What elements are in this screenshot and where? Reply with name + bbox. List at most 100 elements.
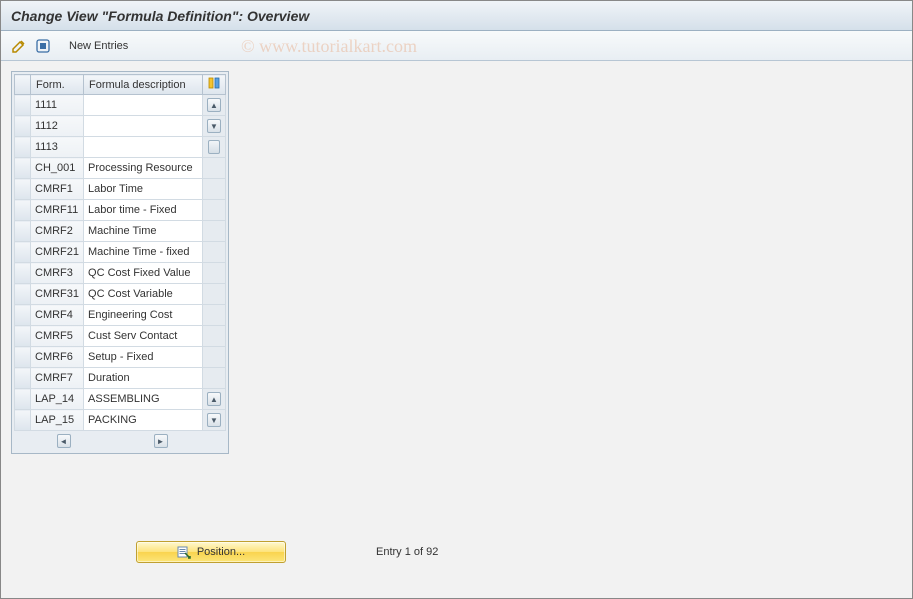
row-selector[interactable]	[15, 200, 31, 221]
form-key-cell[interactable]: 1111	[31, 95, 84, 116]
row-selector[interactable]	[15, 221, 31, 242]
scroll-track	[203, 263, 226, 284]
main-area: Form. Formula description 1111 ▲ 1112 ▼ 1113…	[1, 61, 912, 598]
footer-row: Position... Entry 1 of 92	[136, 541, 438, 563]
scroll-down-button[interactable]: ▼	[203, 116, 226, 137]
scroll-up-button[interactable]: ▲	[203, 389, 226, 410]
form-key-cell[interactable]: CMRF7	[31, 368, 84, 389]
row-selector[interactable]	[15, 116, 31, 137]
form-description-cell[interactable]: Cust Serv Contact	[84, 326, 203, 347]
row-selector[interactable]	[15, 179, 31, 200]
table-row: CMRF11Labor time - Fixed	[15, 200, 226, 221]
row-selector[interactable]	[15, 305, 31, 326]
table-row: CMRF6Setup - Fixed	[15, 347, 226, 368]
row-selector[interactable]	[15, 347, 31, 368]
form-key-cell[interactable]: CMRF21	[31, 242, 84, 263]
table-row: LAP_15PACKING▼	[15, 410, 226, 431]
table-row: CMRF4Engineering Cost	[15, 305, 226, 326]
position-button[interactable]: Position...	[136, 541, 286, 563]
form-description-cell[interactable]: Setup - Fixed	[84, 347, 203, 368]
form-description-cell[interactable]	[84, 137, 203, 158]
scroll-track	[203, 347, 226, 368]
horizontal-scrollbar: ◄ ►	[14, 431, 226, 451]
form-description-cell[interactable]: Machine Time - fixed	[84, 242, 203, 263]
table-row: CMRF7Duration	[15, 368, 226, 389]
column-selector[interactable]	[15, 75, 31, 95]
form-key-cell[interactable]: CMRF1	[31, 179, 84, 200]
row-selector[interactable]	[15, 368, 31, 389]
configure-columns-icon[interactable]	[203, 75, 226, 95]
table-row: 1111 ▲	[15, 95, 226, 116]
scroll-track	[203, 284, 226, 305]
select-all-icon[interactable]	[33, 36, 53, 56]
table-row: CMRF3QC Cost Fixed Value	[15, 263, 226, 284]
row-selector[interactable]	[15, 137, 31, 158]
form-description-cell[interactable]: PACKING	[84, 410, 203, 431]
scroll-track	[203, 158, 226, 179]
scroll-track	[203, 305, 226, 326]
form-key-cell[interactable]: CMRF11	[31, 200, 84, 221]
page-title-bar: Change View "Formula Definition": Overvi…	[1, 1, 912, 31]
table-row: 1113	[15, 137, 226, 158]
form-key-cell[interactable]: LAP_15	[31, 410, 84, 431]
scroll-down-button[interactable]: ▼	[203, 410, 226, 431]
scroll-track	[203, 179, 226, 200]
form-key-cell[interactable]: CMRF31	[31, 284, 84, 305]
table-row: CMRF2Machine Time	[15, 221, 226, 242]
form-description-cell[interactable]: QC Cost Variable	[84, 284, 203, 305]
form-description-cell[interactable]: Duration	[84, 368, 203, 389]
scroll-track	[203, 368, 226, 389]
form-description-cell[interactable]: Engineering Cost	[84, 305, 203, 326]
form-key-cell[interactable]: CMRF4	[31, 305, 84, 326]
form-key-cell[interactable]: CMRF6	[31, 347, 84, 368]
form-description-cell[interactable]: Machine Time	[84, 221, 203, 242]
table-row: CMRF1Labor Time	[15, 179, 226, 200]
form-key-cell[interactable]: LAP_14	[31, 389, 84, 410]
row-selector[interactable]	[15, 242, 31, 263]
scroll-right-button[interactable]: ►	[154, 434, 168, 448]
scroll-track	[203, 326, 226, 347]
scroll-track	[203, 242, 226, 263]
form-description-cell[interactable]: Labor time - Fixed	[84, 200, 203, 221]
table-row: CMRF5Cust Serv Contact	[15, 326, 226, 347]
form-key-cell[interactable]: CH_001	[31, 158, 84, 179]
form-description-cell[interactable]: Labor Time	[84, 179, 203, 200]
formula-table: Form. Formula description 1111 ▲ 1112 ▼ 1113…	[14, 74, 226, 431]
scroll-track	[203, 221, 226, 242]
position-button-label: Position...	[197, 546, 245, 558]
table-row: 1112 ▼	[15, 116, 226, 137]
form-key-cell[interactable]: 1112	[31, 116, 84, 137]
row-selector[interactable]	[15, 326, 31, 347]
column-description[interactable]: Formula description	[84, 75, 203, 95]
scroll-thumb[interactable]	[203, 137, 226, 158]
table-row: LAP_14ASSEMBLING▲	[15, 389, 226, 410]
form-key-cell[interactable]: CMRF5	[31, 326, 84, 347]
form-description-cell[interactable]	[84, 116, 203, 137]
new-entries-button[interactable]: New Entries	[63, 37, 134, 55]
scroll-track	[203, 200, 226, 221]
scroll-up-button[interactable]: ▲	[203, 95, 226, 116]
column-form[interactable]: Form.	[31, 75, 84, 95]
row-selector[interactable]	[15, 263, 31, 284]
table-row: CH_001Processing Resource	[15, 158, 226, 179]
form-description-cell[interactable]: QC Cost Fixed Value	[84, 263, 203, 284]
entry-status: Entry 1 of 92	[376, 546, 438, 558]
form-key-cell[interactable]: CMRF3	[31, 263, 84, 284]
row-selector[interactable]	[15, 158, 31, 179]
change-icon[interactable]	[9, 36, 29, 56]
form-description-cell[interactable]	[84, 95, 203, 116]
row-selector[interactable]	[15, 389, 31, 410]
form-key-cell[interactable]: 1113	[31, 137, 84, 158]
table-container: Form. Formula description 1111 ▲ 1112 ▼ 1113…	[11, 71, 229, 454]
table-row: CMRF21Machine Time - fixed	[15, 242, 226, 263]
form-description-cell[interactable]: ASSEMBLING	[84, 389, 203, 410]
row-selector[interactable]	[15, 95, 31, 116]
row-selector[interactable]	[15, 410, 31, 431]
row-selector[interactable]	[15, 284, 31, 305]
position-icon	[177, 545, 191, 559]
scroll-left-button[interactable]: ◄	[57, 434, 71, 448]
page-title: Change View "Formula Definition": Overvi…	[11, 8, 309, 24]
form-key-cell[interactable]: CMRF2	[31, 221, 84, 242]
form-description-cell[interactable]: Processing Resource	[84, 158, 203, 179]
table-row: CMRF31QC Cost Variable	[15, 284, 226, 305]
